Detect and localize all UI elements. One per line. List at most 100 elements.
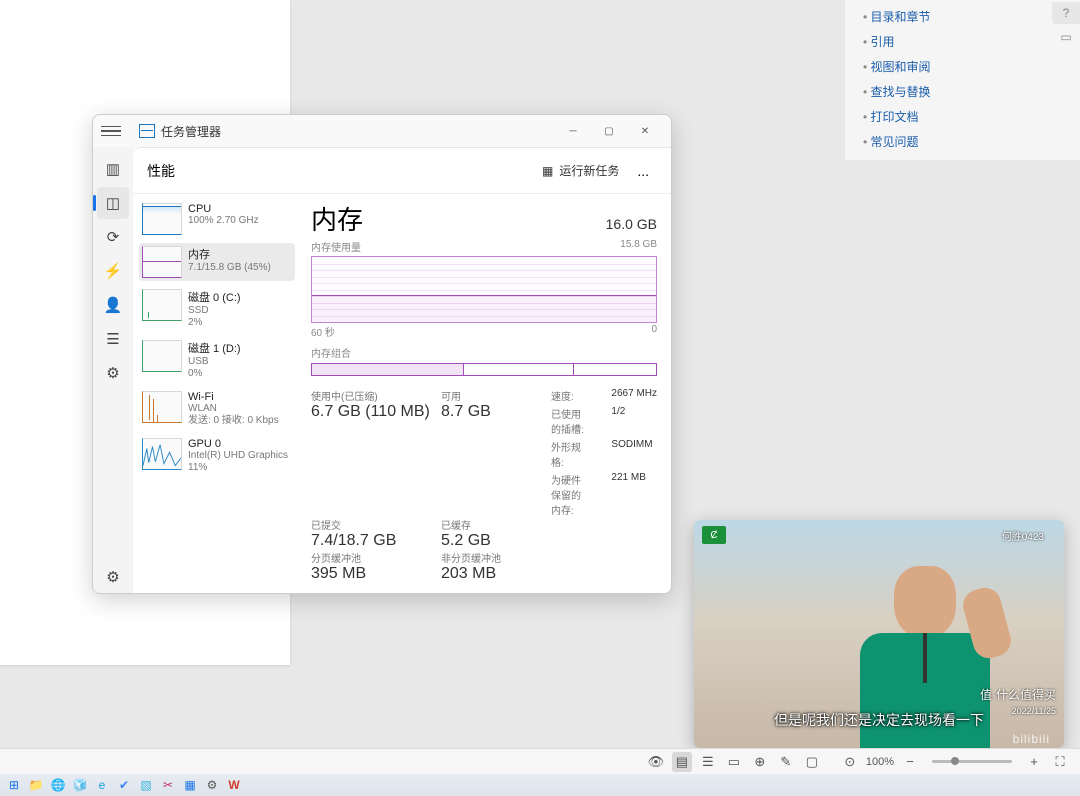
tile-sub: SSD <box>188 305 292 317</box>
tile-name: 磁盘 1 (D:) <box>188 340 292 356</box>
tile-disk0[interactable]: 磁盘 0 (C:) SSD 2% <box>139 286 295 332</box>
tile-name: CPU <box>188 203 292 215</box>
tile-cpu[interactable]: CPU 100% 2.70 GHz <box>139 200 295 238</box>
title-bar[interactable]: 任务管理器 ─ ▢ ✕ <box>93 115 671 147</box>
x-right: 0 <box>651 324 657 339</box>
services-icon[interactable]: ⚙ <box>97 357 129 389</box>
stat-label: 已缓存 <box>441 517 541 532</box>
zoom-in-icon[interactable]: + <box>1024 752 1044 772</box>
stat-value: 395 MB <box>311 565 431 583</box>
stat-value: 203 MB <box>441 565 541 583</box>
tile-sub: 7.1/15.8 GB (45%) <box>188 262 292 274</box>
edge-icon[interactable]: 🌐 <box>48 776 68 794</box>
performance-header: 性能 ▦ 运行新任务 ... <box>133 148 671 194</box>
photos-icon[interactable]: ▧ <box>136 776 156 794</box>
minimize-button[interactable]: ─ <box>555 119 591 143</box>
run-task-label: 运行新任务 <box>559 162 619 179</box>
help-link[interactable]: 视图和审阅 <box>845 54 1080 79</box>
help-link[interactable]: 打印文档 <box>845 104 1080 129</box>
stat-label: 可用 <box>441 388 541 403</box>
maximize-button[interactable]: ▢ <box>591 119 627 143</box>
users-icon[interactable]: 👤 <box>97 289 129 321</box>
draw-icon[interactable]: ✎ <box>776 752 796 772</box>
web-icon[interactable]: ⊕ <box>750 752 770 772</box>
app-icon <box>139 124 155 138</box>
exit-sign-icon: Ȼ <box>702 526 726 544</box>
zoom-slider[interactable] <box>932 760 1012 763</box>
page-view-icon[interactable]: ▤ <box>672 752 692 772</box>
help-link[interactable]: 引用 <box>845 29 1080 54</box>
hamburger-icon[interactable] <box>101 121 121 141</box>
help-panel: ? ▭ 目录和章节 引用 视图和审阅 查找与替换 打印文档 常见问题 <box>845 0 1080 160</box>
video-uploader: 何胜0423 <box>1002 528 1044 543</box>
detail-title: 内存 <box>311 200 363 237</box>
explorer-icon[interactable]: 📁 <box>26 776 46 794</box>
start-icon[interactable]: ⊞ <box>4 776 24 794</box>
snip-icon[interactable]: ✂ <box>158 776 178 794</box>
tile-wifi[interactable]: Wi-Fi WLAN 发送: 0 接收: 0 Kbps <box>139 388 295 430</box>
floating-video[interactable]: Ȼ 何胜0423 值·什么值得买 2022/11/25 但是呢我们还是决定去现场… <box>694 520 1064 748</box>
window-title: 任务管理器 <box>161 123 555 140</box>
tile-gpu[interactable]: GPU 0 Intel(R) UHD Graphics 11% <box>139 435 295 477</box>
tile-disk1[interactable]: 磁盘 1 (D:) USB 0% <box>139 337 295 383</box>
windows-taskbar[interactable]: ⊞ 📁 🌐 🧊 e ✔ ▧ ✂ ▦ ⚙ W <box>0 774 1080 796</box>
more-button[interactable]: ... <box>629 159 657 183</box>
x-left: 60 秒 <box>311 324 335 339</box>
processes-icon[interactable]: ▥ <box>97 153 129 185</box>
tile-name: 磁盘 0 (C:) <box>188 289 292 305</box>
stat-value: 8.7 GB <box>441 403 541 421</box>
composition-label: 内存组合 <box>311 345 657 360</box>
zoom-reset-icon[interactable]: ⊙ <box>840 752 860 772</box>
task-manager-window[interactable]: 任务管理器 ─ ▢ ✕ ▥ ◫ ⟳ ⚡ 👤 ☰ ⚙ ⚙ 性能 ▦ 运行新任务 <box>92 114 672 594</box>
settings-icon[interactable]: ⚙ <box>97 561 129 593</box>
details-icon[interactable]: ☰ <box>97 323 129 355</box>
stat-value: 6.7 GB (110 MB) <box>311 403 431 421</box>
tile-sub: 100% 2.70 GHz <box>188 215 292 227</box>
document-toolbar: 👁 ▤ ☰ ▭ ⊕ ✎ ▢ ⊙ 100% − + ⛶ <box>0 748 1080 774</box>
help-collapse-icon[interactable]: ? <box>1052 2 1080 24</box>
wps-icon[interactable]: W <box>224 776 244 794</box>
tile-sub: 2% <box>188 317 292 329</box>
tile-name: GPU 0 <box>188 438 292 450</box>
settings-icon[interactable]: ⚙ <box>202 776 222 794</box>
stat-label: 分页缓冲池 <box>311 550 431 565</box>
side-value: 1/2 <box>611 406 657 436</box>
stat-label: 使用中(已压缩) <box>311 388 431 403</box>
side-label: 已使用的插槽: <box>551 406 589 436</box>
ie-icon[interactable]: e <box>92 776 112 794</box>
chart-label: 内存使用量 <box>311 239 361 254</box>
tile-sub: USB <box>188 356 292 368</box>
nav-rail: ▥ ◫ ⟳ ⚡ 👤 ☰ ⚙ ⚙ <box>93 147 133 593</box>
outline-icon[interactable]: ☰ <box>698 752 718 772</box>
zoom-out-icon[interactable]: − <box>900 752 920 772</box>
help-link[interactable]: 常见问题 <box>845 129 1080 154</box>
memory-sparkline-icon <box>142 246 182 278</box>
tile-name: 内存 <box>188 246 292 262</box>
memory-usage-chart <box>311 256 657 323</box>
fullscreen-icon[interactable]: ⛶ <box>1050 752 1070 772</box>
tile-sub: 发送: 0 接收: 0 Kbps <box>188 415 292 427</box>
tile-sub: WLAN <box>188 403 292 415</box>
history-icon[interactable]: ⟳ <box>97 221 129 253</box>
disk-sparkline-icon <box>142 340 182 372</box>
help-link[interactable]: 目录和章节 <box>845 4 1080 29</box>
run-task-button[interactable]: ▦ 运行新任务 <box>532 158 629 183</box>
eye-icon[interactable]: 👁 <box>646 752 666 772</box>
performance-icon[interactable]: ◫ <box>97 187 129 219</box>
tile-memory[interactable]: 内存 7.1/15.8 GB (45%) <box>139 243 295 281</box>
close-button[interactable]: ✕ <box>627 119 663 143</box>
help-link[interactable]: 查找与替换 <box>845 79 1080 104</box>
app-icon[interactable]: ▦ <box>180 776 200 794</box>
side-value: SODIMM <box>611 439 657 469</box>
stat-label: 已提交 <box>311 517 431 532</box>
tile-sub: 0% <box>188 368 292 380</box>
help-book-icon[interactable]: ▭ <box>1052 26 1080 48</box>
stat-value: 7.4/18.7 GB <box>311 532 431 550</box>
store-icon[interactable]: 🧊 <box>70 776 90 794</box>
side-label: 外形规格: <box>551 439 589 469</box>
todo-icon[interactable]: ✔ <box>114 776 134 794</box>
read-icon[interactable]: ▢ <box>802 752 822 772</box>
stat-label: 非分页缓冲池 <box>441 550 541 565</box>
startup-icon[interactable]: ⚡ <box>97 255 129 287</box>
book-icon[interactable]: ▭ <box>724 752 744 772</box>
